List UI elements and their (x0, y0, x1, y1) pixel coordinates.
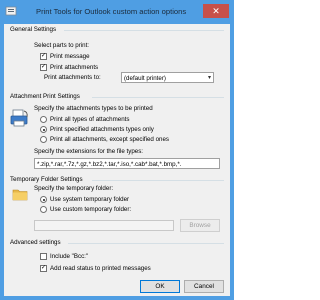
window-title: Print Tools for Outlook custom action op… (36, 7, 187, 16)
radio-custom-temp-folder[interactable]: Use custom temporary folder: (40, 206, 131, 213)
extensions-label: Specify the extensions for the file type… (34, 148, 144, 155)
radio-indicator (40, 206, 47, 213)
radio-label: Print all types of attachments (50, 116, 130, 123)
radio-label: Use custom temporary folder: (50, 206, 132, 213)
print-message-checkbox[interactable]: ✓ Print message (40, 53, 90, 60)
radio-print-all-types[interactable]: Print all types of attachments (40, 116, 129, 123)
print-attachments-label: Print attachments (50, 64, 99, 71)
checkbox-box (40, 253, 47, 260)
attachment-section-title: Attachment Print Settings (10, 93, 80, 100)
general-section-title: General Settings (10, 26, 57, 33)
select-parts-label: Select parts to print: (34, 42, 90, 49)
extensions-input-value: *.zip,*.rar,*.7z,*.gz,*.bz2,*.tar,*.iso,… (37, 160, 182, 168)
extensions-input[interactable]: *.zip,*.rar,*.7z,*.gz,*.bz2,*.tar,*.iso,… (34, 158, 220, 169)
temp-section-title: Temporary Folder Settings (10, 176, 83, 183)
checkmark-icon: ✓ (40, 64, 47, 71)
dialog-window: Print Tools for Outlook custom action op… (0, 0, 234, 300)
print-attachments-to-label: Print attachments to: (44, 74, 101, 81)
browse-button[interactable]: Browse (180, 219, 220, 232)
close-button[interactable]: ✕ (203, 4, 229, 18)
title-bar: Print Tools for Outlook custom action op… (0, 0, 234, 24)
radio-indicator (40, 116, 47, 123)
radio-indicator (40, 136, 47, 143)
section-divider (92, 97, 224, 98)
section-divider (68, 243, 224, 244)
read-status-checkbox[interactable]: ✓ Add read status to printed messages (40, 265, 151, 272)
read-status-label: Add read status to printed messages (50, 265, 151, 272)
radio-label: Print specified attachments types only (50, 126, 154, 133)
radio-print-specified-only[interactable]: Print specified attachments types only (40, 126, 154, 133)
cancel-button[interactable]: Cancel (184, 280, 224, 293)
dialog-client: General Settings Select parts to print: … (4, 24, 230, 296)
include-bcc-label: Include "Bcc:" (50, 253, 89, 260)
app-icon (5, 6, 17, 16)
radio-indicator (40, 126, 47, 133)
radio-label: Use system temporary folder (50, 196, 130, 203)
print-attachments-checkbox[interactable]: ✓ Print attachments (40, 64, 98, 71)
printer-attachment-icon (10, 109, 28, 127)
print-message-label: Print message (50, 53, 90, 60)
section-divider (92, 180, 224, 181)
section-divider (64, 30, 224, 31)
radio-indicator (40, 196, 47, 203)
printer-select-value: (default printer) (124, 74, 166, 82)
checkmark-icon: ✓ (40, 265, 47, 272)
close-icon: ✕ (212, 6, 220, 16)
folder-icon (12, 189, 28, 201)
radio-system-temp-folder[interactable]: Use system temporary folder (40, 196, 129, 203)
custom-folder-input[interactable] (34, 220, 174, 231)
attachment-specify-label: Specify the attachments types to be prin… (34, 105, 153, 112)
radio-label: Print all attachments, except specified … (50, 136, 170, 143)
printer-select[interactable]: (default printer) ▾ (121, 72, 214, 83)
radio-print-all-except[interactable]: Print all attachments, except specified … (40, 136, 169, 143)
advanced-section-title: Advanced settings (10, 239, 61, 246)
chevron-down-icon: ▾ (207, 75, 211, 81)
checkmark-icon: ✓ (40, 53, 47, 60)
include-bcc-checkbox[interactable]: Include "Bcc:" (40, 253, 88, 260)
temp-specify-label: Specify the temporary folder: (34, 185, 114, 192)
ok-button[interactable]: OK (140, 280, 180, 293)
